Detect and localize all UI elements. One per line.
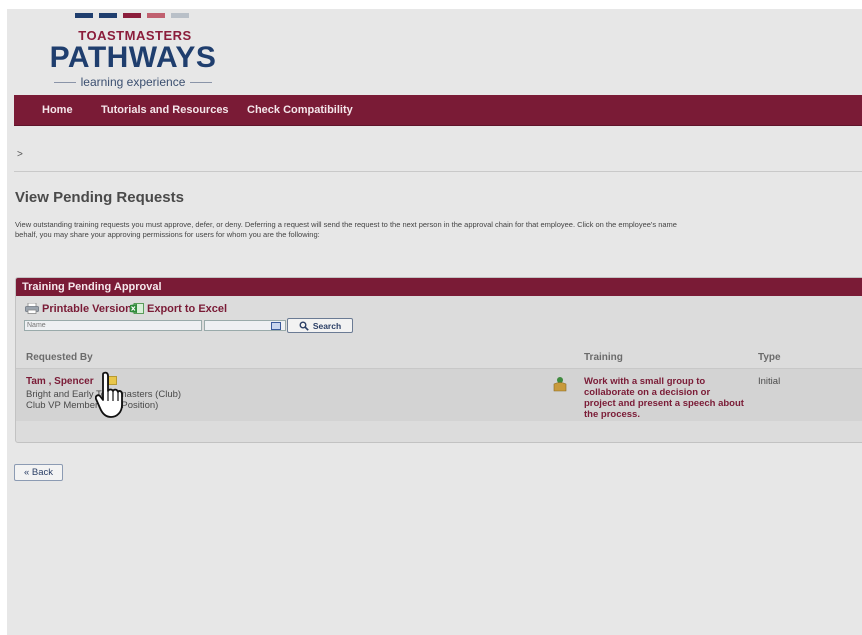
column-header-type[interactable]: Type	[758, 352, 781, 363]
breadcrumb[interactable]: >	[17, 149, 23, 160]
training-icon	[553, 377, 567, 392]
nav-tutorials-and-resources[interactable]: Tutorials and Resources	[101, 104, 229, 116]
nav-check-compatibility[interactable]: Check Compatibility	[247, 104, 353, 116]
magnifier-icon	[299, 321, 309, 331]
description-line: behalf, you may share your approving per…	[15, 230, 320, 239]
search-button[interactable]: Search	[287, 318, 353, 333]
printable-version-label: Printable Version	[42, 303, 132, 315]
logo-subtitle: learning experience	[33, 75, 233, 89]
column-header-requested-by[interactable]: Requested By	[26, 352, 93, 363]
page-description: View outstanding training requests you m…	[15, 220, 862, 240]
logo-pathways-text: PATHWAYS	[49, 41, 217, 74]
export-to-excel-label: Export to Excel	[147, 303, 228, 315]
calendar-icon[interactable]	[271, 322, 281, 330]
requester-name-link[interactable]: Tam , Spencer	[26, 376, 94, 387]
page-background: TOASTMASTERS PATHWAYS learning experienc…	[7, 9, 862, 635]
logo-bar	[147, 13, 165, 18]
training-description-link[interactable]: Work with a small group to collaborate o…	[584, 376, 744, 420]
requester-position: Club VP Membership (Position)	[26, 400, 159, 411]
printable-version-link[interactable]: Printable Version	[25, 303, 132, 315]
main-nav-bar: Home Tutorials and Resources Check Compa…	[14, 95, 862, 126]
printer-icon	[25, 303, 39, 314]
panel-title: Training Pending Approval	[16, 278, 862, 296]
pathways-logo[interactable]: TOASTMASTERS PATHWAYS learning experienc…	[33, 13, 233, 93]
nav-home[interactable]: Home	[42, 104, 73, 116]
export-to-excel-link[interactable]: Export to Excel	[130, 303, 227, 315]
excel-icon	[130, 303, 144, 314]
hand-cursor-icon	[95, 371, 123, 418]
logo-bar	[99, 13, 117, 18]
back-button[interactable]: « Back	[14, 464, 63, 481]
column-header-training[interactable]: Training	[584, 352, 623, 363]
training-type: Initial	[758, 376, 781, 387]
name-search-input[interactable]	[24, 320, 202, 331]
logo-bar	[171, 13, 189, 18]
search-button-label: Search	[312, 320, 342, 331]
divider	[14, 171, 862, 172]
description-line: View outstanding training requests you m…	[15, 220, 677, 229]
logo-bar	[123, 13, 141, 18]
training-pending-approval-panel: Training Pending Approval Printable Vers…	[15, 277, 862, 443]
logo-bar	[75, 13, 93, 18]
logo-color-bars	[75, 13, 189, 18]
table-row: Tam , Spencer Bright and Early Toastmast…	[16, 369, 862, 421]
page-title: View Pending Requests	[15, 189, 184, 206]
